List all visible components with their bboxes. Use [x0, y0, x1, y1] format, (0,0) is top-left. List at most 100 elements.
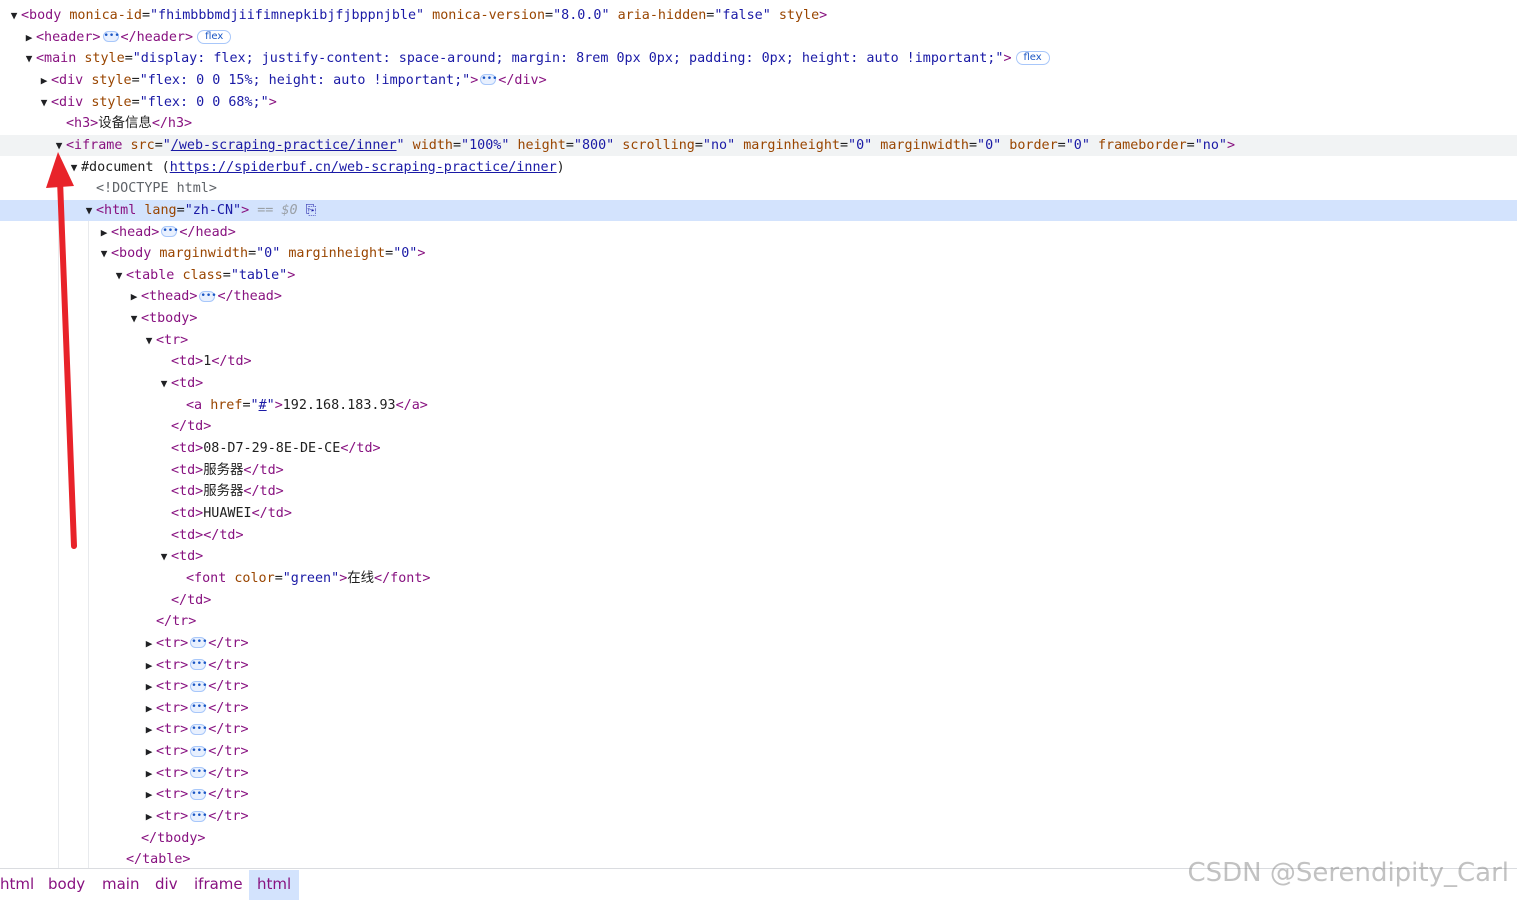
breadcrumb-item-iframe[interactable]: iframe	[186, 870, 251, 900]
dom-node[interactable]: <!DOCTYPE html>	[0, 178, 1517, 199]
resource-link[interactable]: #	[259, 398, 267, 413]
flex-badge[interactable]: flex	[197, 29, 232, 44]
collapse-triangle-icon[interactable]: ▼	[127, 308, 141, 329]
dom-node[interactable]: ▼ <tr>	[0, 330, 1517, 351]
resource-link[interactable]: https://spiderbuf.cn/web-scraping-practi…	[170, 160, 557, 175]
ellipsis-expand-button[interactable]: •••	[190, 637, 208, 649]
node-markup: <tr> •••</tr>	[156, 809, 249, 825]
dom-node[interactable]: ▶ <head> •••</head>	[0, 222, 1517, 243]
collapse-triangle-icon[interactable]: ▼	[52, 135, 66, 156]
ellipsis-expand-button[interactable]: •••	[190, 810, 208, 822]
node-markup: <header> •••</header> flex	[36, 29, 232, 45]
dom-node-selected[interactable]: ▼ <html lang="zh-CN"> == $0 ⎘	[0, 199, 1517, 221]
node-markup: <tr> •••</tr>	[156, 700, 249, 716]
dom-node[interactable]: ▼ <td>	[0, 373, 1517, 394]
node-markup: <tr> •••</tr>	[156, 787, 249, 803]
dom-node[interactable]: ▼ <main style="display: flex; justify-con…	[0, 48, 1517, 69]
node-markup: <td>1</td>	[171, 354, 252, 370]
resource-link[interactable]: /web-scraping-practice/inner	[171, 138, 397, 153]
breadcrumb-item-main[interactable]: main	[94, 870, 147, 900]
expand-triangle-icon[interactable]: ▶	[22, 27, 36, 48]
ellipsis-expand-button[interactable]: •••	[190, 767, 208, 779]
collapse-triangle-icon[interactable]: ▼	[37, 92, 51, 113]
dom-node[interactable]: ▼ <div style="flex: 0 0 68%;">	[0, 92, 1517, 113]
node-markup: <div style="flex: 0 0 68%;">	[51, 94, 277, 110]
dom-node[interactable]: ▼ <body marginwidth="0" marginheight="0">	[0, 243, 1517, 264]
collapse-triangle-icon[interactable]: ▼	[157, 373, 171, 394]
collapse-triangle-icon[interactable]: ▼	[97, 243, 111, 264]
dom-node[interactable]: </td>	[0, 416, 1517, 437]
expand-triangle-icon[interactable]: ▶	[142, 784, 156, 805]
collapse-triangle-icon[interactable]: ▼	[82, 200, 96, 221]
dom-node[interactable]: ▶ <tr> •••</tr>	[0, 676, 1517, 697]
expand-triangle-icon[interactable]: ▶	[142, 763, 156, 784]
expand-triangle-icon[interactable]: ▶	[97, 222, 111, 243]
dom-node[interactable]: <td>服务器</td>	[0, 481, 1517, 502]
ellipsis-expand-button[interactable]: •••	[102, 31, 120, 43]
elements-dom-tree: ▼ <body monica-id="fhimbbbmdjiifimnepkibj…	[0, 0, 1517, 868]
ellipsis-expand-button[interactable]: •••	[190, 788, 208, 800]
breadcrumb-item-html[interactable]: html	[249, 870, 300, 900]
dom-node[interactable]: ▶ <tr> •••</tr>	[0, 655, 1517, 676]
dom-node[interactable]: ▶ <tr> •••</tr>	[0, 698, 1517, 719]
dom-node[interactable]: <td>服务器</td>	[0, 460, 1517, 481]
node-markup: <h3>设备信息</h3>	[66, 116, 193, 132]
dom-node[interactable]: ▼ <iframe src="/web-scraping-practice/inn…	[0, 134, 1517, 156]
node-markup: <td>HUAWEI</td>	[171, 505, 292, 521]
dom-node[interactable]: ▼ #document (https://spiderbuf.cn/web-scr…	[0, 157, 1517, 178]
dom-node[interactable]: <a href="#">192.168.183.93</a>	[0, 395, 1517, 416]
dom-node[interactable]: ▶ <header> •••</header> flex	[0, 27, 1517, 48]
ellipsis-expand-button[interactable]: •••	[190, 702, 208, 714]
dom-node[interactable]: <font color="green">在线</font>	[0, 568, 1517, 589]
ellipsis-expand-button[interactable]: •••	[161, 226, 179, 237]
node-markup: <tr>	[156, 332, 189, 348]
dom-node[interactable]: ▼ <td>	[0, 546, 1517, 567]
dom-node[interactable]: ▶ <tr> •••</tr>	[0, 784, 1517, 805]
breadcrumb-item-body[interactable]: body	[40, 870, 93, 900]
ellipsis-expand-button[interactable]: •••	[190, 723, 208, 735]
collapse-triangle-icon[interactable]: ▼	[157, 546, 171, 567]
dom-node[interactable]: <h3>设备信息</h3>	[0, 113, 1517, 134]
dom-node[interactable]: <td>08-D7-29-8E-DE-CE</td>	[0, 438, 1517, 459]
dom-node[interactable]: <td>HUAWEI</td>	[0, 503, 1517, 524]
expand-triangle-icon[interactable]: ▶	[142, 741, 156, 762]
dom-node[interactable]: </tbody>	[0, 828, 1517, 849]
expand-triangle-icon[interactable]: ▶	[142, 655, 156, 676]
ellipsis-expand-button[interactable]: •••	[190, 659, 208, 670]
dom-node[interactable]: ▶ <thead> •••</thead>	[0, 286, 1517, 307]
node-markup: <body marginwidth="0" marginheight="0">	[111, 246, 426, 262]
dom-node[interactable]: <td></td>	[0, 525, 1517, 546]
dom-node[interactable]: ▶ <tr> •••</tr>	[0, 763, 1517, 784]
collapse-triangle-icon[interactable]: ▼	[7, 5, 21, 26]
dom-node[interactable]: </tr>	[0, 611, 1517, 632]
dom-node[interactable]: ▶ <div style="flex: 0 0 15%; height: auto…	[0, 70, 1517, 91]
dom-node[interactable]: <td>1</td>	[0, 351, 1517, 372]
dom-node[interactable]: ▶ <tr> •••</tr>	[0, 741, 1517, 762]
collapse-triangle-icon[interactable]: ▼	[22, 48, 36, 69]
breadcrumb-item-html[interactable]: html	[0, 870, 42, 900]
expand-triangle-icon[interactable]: ▶	[142, 719, 156, 740]
collapse-triangle-icon[interactable]: ▼	[67, 157, 81, 178]
dom-node[interactable]: ▶ <tr> •••</tr>	[0, 719, 1517, 740]
collapse-triangle-icon[interactable]: ▼	[112, 265, 126, 286]
dom-node[interactable]: ▶ <tr> •••</tr>	[0, 806, 1517, 827]
dom-node[interactable]: ▼ <body monica-id="fhimbbbmdjiifimnepkibj…	[0, 5, 1517, 26]
node-markup: <tr> •••</tr>	[156, 635, 249, 651]
expand-triangle-icon[interactable]: ▶	[142, 698, 156, 719]
dom-node[interactable]: ▼ <tbody>	[0, 308, 1517, 329]
dom-node[interactable]: </td>	[0, 590, 1517, 611]
ellipsis-expand-button[interactable]: •••	[199, 290, 217, 302]
ellipsis-expand-button[interactable]: •••	[480, 74, 498, 86]
expand-triangle-icon[interactable]: ▶	[37, 70, 51, 91]
expand-triangle-icon[interactable]: ▶	[127, 286, 141, 307]
ellipsis-expand-button[interactable]: •••	[190, 680, 208, 692]
flex-badge[interactable]: flex	[1015, 51, 1050, 66]
ellipsis-expand-button[interactable]: •••	[190, 745, 208, 757]
expand-triangle-icon[interactable]: ▶	[142, 633, 156, 654]
dom-node[interactable]: ▼ <table class="table">	[0, 265, 1517, 286]
expand-triangle-icon[interactable]: ▶	[142, 806, 156, 827]
collapse-triangle-icon[interactable]: ▼	[142, 330, 156, 351]
dom-node[interactable]: ▶ <tr> •••</tr>	[0, 633, 1517, 654]
expand-triangle-icon[interactable]: ▶	[142, 676, 156, 697]
breadcrumb-item-div[interactable]: div	[147, 870, 186, 900]
